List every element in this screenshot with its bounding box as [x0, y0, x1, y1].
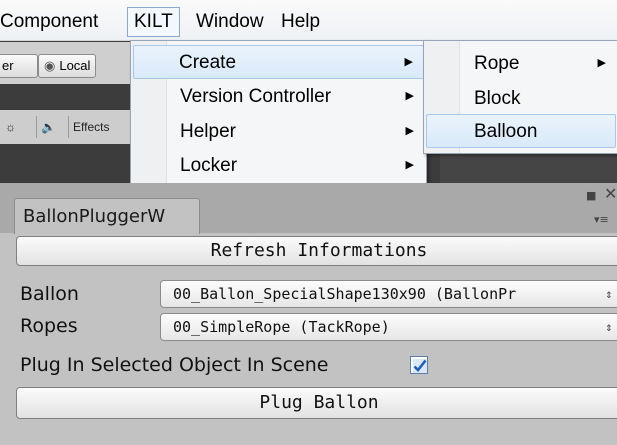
submenu-arrow-icon: ▶	[405, 159, 414, 171]
plug-checkbox-label: Plug In Selected Object In Scene	[20, 354, 329, 376]
ballon-select[interactable]: 00_Ballon_SpecialShape130x90 (BallonPr ⇕	[160, 280, 617, 308]
select-arrows-icon: ⇕	[602, 281, 616, 307]
kilt-menu: Create ▶ Version Controller ▶ Helper ▶ L…	[130, 40, 427, 186]
pivot-icon: ◉	[44, 58, 56, 73]
plug-ballon-button[interactable]: Plug Ballon	[16, 387, 617, 419]
menu-item-create-label: Create	[179, 52, 237, 73]
submenu-arrow-icon: ▶	[597, 57, 606, 69]
create-submenu: Rope ▶ Block Balloon	[423, 40, 617, 154]
close-icon[interactable]: ✕	[604, 184, 617, 203]
menu-item-locker[interactable]: Locker ▶	[133, 149, 424, 182]
menu-item-rope[interactable]: Rope ▶	[426, 47, 616, 80]
menu-item-helper-label: Helper	[180, 121, 236, 142]
pivot-local-button[interactable]: ◉ Local	[38, 54, 97, 78]
submenu-arrow-icon: ▶	[405, 125, 414, 137]
pivot-local-label: Local	[59, 58, 91, 73]
menu-item-locker-label: Locker	[180, 155, 238, 176]
menu-window[interactable]: Window	[190, 8, 270, 36]
select-arrows-icon: ⇕	[602, 314, 616, 340]
checkmark-icon	[413, 359, 427, 373]
menu-item-balloon-label: Balloon	[474, 121, 538, 142]
menu-item-version-controller[interactable]: Version Controller ▶	[133, 80, 424, 113]
menu-component[interactable]: Component	[0, 8, 104, 36]
submenu-arrow-icon: ▶	[404, 56, 413, 68]
ropes-select-value: 00_SimpleRope (TackRope)	[173, 318, 390, 336]
menu-item-balloon[interactable]: Balloon	[426, 114, 616, 148]
ballon-select-value: 00_Ballon_SpecialShape130x90 (BallonPr	[173, 285, 517, 303]
layers-button-label: er	[2, 58, 14, 73]
menu-item-block[interactable]: Block	[426, 82, 616, 115]
panel-tab[interactable]: BallonPluggerW	[14, 198, 200, 234]
layers-button[interactable]: er	[0, 54, 38, 78]
effects-button[interactable]: Effects	[68, 116, 114, 138]
refresh-informations-button[interactable]: Refresh Informations	[16, 236, 617, 266]
menu-item-create[interactable]: Create ▶	[133, 45, 424, 79]
sun-icon[interactable]: ☼	[0, 116, 37, 138]
scene-toolbar: ☼ 🔈 Effects	[0, 110, 130, 144]
ropes-label: Ropes	[20, 315, 78, 337]
editor-toolbar: er ◉ Local	[0, 42, 130, 84]
submenu-arrow-icon: ▶	[405, 90, 414, 102]
ballon-label: Ballon	[20, 283, 79, 305]
menu-item-helper[interactable]: Helper ▶	[133, 115, 424, 148]
maximize-icon[interactable]: ■	[586, 189, 596, 202]
menu-kilt[interactable]: KILT	[127, 7, 180, 37]
menu-item-block-label: Block	[474, 88, 521, 109]
panel-menu-icon[interactable]: ▾≡	[594, 213, 609, 226]
speaker-icon[interactable]: 🔈	[36, 116, 69, 138]
menu-item-rope-label: Rope	[474, 53, 520, 74]
effects-label: Effects	[73, 120, 110, 134]
menubar: Component KILT Window Help	[0, 0, 617, 41]
menu-item-version-controller-label: Version Controller	[180, 86, 332, 107]
plug-in-selected-checkbox[interactable]	[410, 356, 428, 374]
screenshot-root: er ◉ Local ☼ 🔈 Effects Component KILT Win…	[0, 0, 617, 445]
menu-help[interactable]: Help	[275, 8, 326, 36]
ropes-select[interactable]: 00_SimpleRope (TackRope) ⇕	[160, 313, 617, 341]
